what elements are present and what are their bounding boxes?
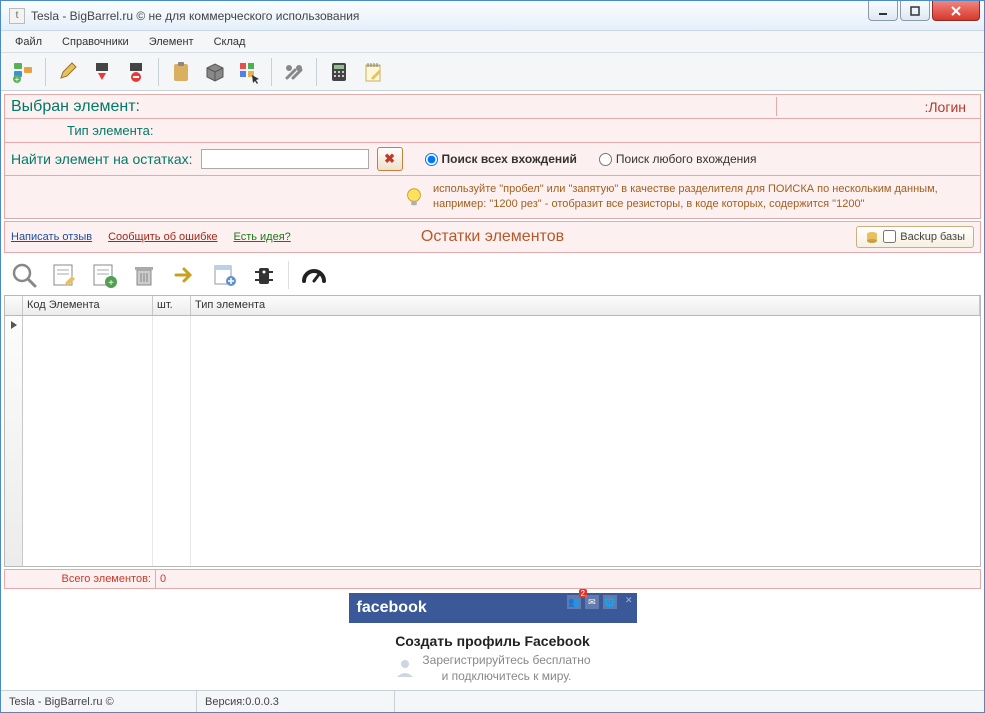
titlebar[interactable]: t Tesla - BigBarrel.ru © не для коммерче… [1,1,984,31]
element-type-label: Тип элемента: [11,123,153,138]
selected-element-label: Выбран элемент: [11,98,140,116]
menu-element[interactable]: Элемент [141,33,202,51]
svg-text:+: + [15,75,20,84]
menu-refs[interactable]: Справочники [54,33,137,51]
grid-col-code[interactable]: Код Элемента [23,296,153,315]
tool-edit-icon[interactable] [52,56,84,88]
clear-search-button[interactable]: ✖ [377,147,403,171]
arrow-right-icon[interactable] [168,259,200,291]
minimize-button[interactable] [868,1,898,21]
catalog-icon[interactable] [208,259,240,291]
radio-search-all-label: Поиск всех вхождений [442,152,577,166]
selection-panel: Выбран элемент: :Логин Тип элемента: Най… [4,94,981,219]
grid-col-type[interactable]: Тип элемента [191,296,980,315]
menu-file[interactable]: Файл [7,33,50,51]
tool-clipboard-icon[interactable] [165,56,197,88]
ad-sub1: Зарегистрируйтесь бесплатно [422,653,590,667]
grid-footer: Всего элементов: 0 [4,569,981,589]
facebook-bar: facebook 👥2 ✉ 🌐 ✕ [349,593,637,623]
radio-search-all-input[interactable] [425,153,438,166]
ad-title: Создать профиль Facebook [395,633,590,649]
status-version: Версия:0.0.0.3 [197,691,395,712]
links-row: Написать отзыв Сообщить об ошибке Есть и… [4,221,981,253]
radio-search-all[interactable]: Поиск всех вхождений [425,152,577,166]
total-elements-label: Всего элементов: [5,573,155,585]
grid-toolbar: + [4,255,981,295]
total-elements-value: 0 [156,573,166,585]
radio-search-any-input[interactable] [599,153,612,166]
statusbar: Tesla - BigBarrel.ru © Версия:0.0.0.3 [1,690,984,712]
window-title: Tesla - BigBarrel.ru © не для коммерческ… [31,9,359,23]
grid-row-selector-header[interactable] [5,296,23,315]
search-hint-row: используйте "пробел" или "запятую" в кач… [5,176,980,218]
report-add-icon[interactable]: + [88,259,120,291]
trash-icon[interactable] [128,259,160,291]
tool-delete-icon[interactable] [120,56,152,88]
content-area: Выбран элемент: :Логин Тип элемента: Най… [1,91,984,690]
search-icon[interactable] [8,259,40,291]
link-review[interactable]: Написать отзыв [11,231,92,243]
profile-placeholder-icon [394,656,416,678]
status-appname: Tesla - BigBarrel.ru © [1,691,197,712]
link-bug[interactable]: Сообщить об ошибке [108,231,217,243]
login-indicator[interactable]: :Логин [776,97,974,116]
ad-close-icon[interactable]: ✕ [625,595,633,609]
tool-calculator-icon[interactable] [323,56,355,88]
main-toolbar: + [1,53,984,91]
report-edit-icon[interactable] [48,259,80,291]
facebook-logo-text: facebook [357,599,427,617]
maximize-button[interactable] [900,1,930,21]
tool-settings-icon[interactable] [278,56,310,88]
lightbulb-icon [403,186,425,208]
tool-notepad-icon[interactable] [357,56,389,88]
data-grid[interactable]: Код Элемента шт. Тип элемента [4,295,981,567]
separator [271,58,272,86]
window-controls [868,1,980,21]
gauge-icon[interactable] [297,259,329,291]
component-icon[interactable] [248,259,280,291]
close-button[interactable] [932,1,980,21]
svg-text:+: + [108,278,114,289]
database-icon [865,230,879,244]
backup-checkbox[interactable] [883,230,896,243]
grid-body[interactable] [5,316,980,566]
menu-stock[interactable]: Склад [206,33,254,51]
grid-col-qty[interactable]: шт. [153,296,191,315]
tool-add-icon[interactable]: + [7,56,39,88]
search-label: Найти элемент на остатках: [11,151,193,167]
search-row: Найти элемент на остатках: ✖ Поиск всех … [5,143,980,176]
ad-sub2: и подключитесь к миру. [422,669,590,683]
separator [288,261,289,289]
fb-globe-icon: 🌐 [603,595,617,609]
fb-friends-icon: 👥2 [567,595,581,609]
ad-banner[interactable]: facebook 👥2 ✉ 🌐 ✕ Создать профиль Facebo… [4,589,981,687]
menubar: Файл Справочники Элемент Склад [1,31,984,53]
status-spacer [395,691,984,712]
separator [45,58,46,86]
tool-grid-select-icon[interactable] [233,56,265,88]
backup-label: Backup базы [900,231,965,243]
search-hint-text: используйте "пробел" или "запятую" в кач… [433,182,974,212]
app-icon: t [9,8,25,24]
current-row-marker-icon [5,316,23,334]
link-idea[interactable]: Есть идея? [234,231,291,243]
tool-box-icon[interactable] [199,56,231,88]
separator [316,58,317,86]
grid-header: Код Элемента шт. Тип элемента [5,296,980,316]
app-window: t Tesla - BigBarrel.ru © не для коммерче… [0,0,985,713]
radio-search-any[interactable]: Поиск любого вхождения [599,152,757,166]
tool-down-icon[interactable] [86,56,118,88]
fb-messages-icon: ✉ [585,595,599,609]
separator [158,58,159,86]
backup-button[interactable]: Backup базы [856,226,974,248]
search-input[interactable] [201,149,369,169]
radio-search-any-label: Поиск любого вхождения [616,152,757,166]
